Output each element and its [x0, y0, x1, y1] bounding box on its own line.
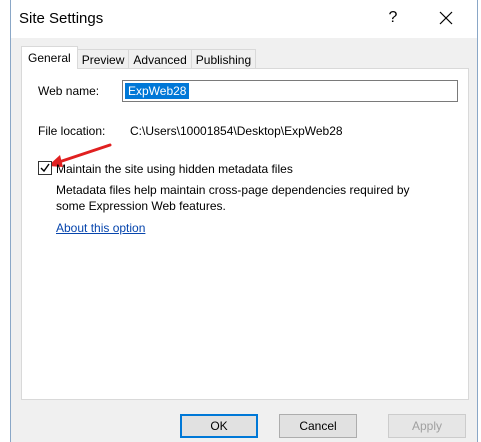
title-bar: Site Settings ?: [11, 0, 477, 38]
metadata-checkbox[interactable]: [38, 161, 52, 175]
tab-strip: General Preview Advanced Publishing: [21, 46, 257, 69]
file-location-label: File location:: [38, 124, 106, 138]
metadata-checkbox-label[interactable]: Maintain the site using hidden metadata …: [56, 162, 293, 176]
metadata-description-line1: Metadata files help maintain cross-page …: [56, 183, 410, 197]
ok-button[interactable]: OK: [180, 414, 258, 438]
close-button[interactable]: [431, 5, 461, 31]
cancel-button[interactable]: Cancel: [279, 414, 357, 438]
dialog-title: Site Settings: [19, 10, 104, 27]
web-name-value: ExpWeb28: [125, 83, 190, 99]
general-tab-panel: Web name: ExpWeb28 File location: C:\Use…: [21, 68, 469, 400]
help-button[interactable]: ?: [379, 5, 407, 31]
file-location-value: C:\Users\10001854\Desktop\ExpWeb28: [130, 124, 343, 138]
tab-advanced[interactable]: Advanced: [128, 49, 192, 69]
about-this-option-link[interactable]: About this option: [56, 221, 145, 235]
web-name-input[interactable]: ExpWeb28: [122, 80, 458, 102]
help-icon: ?: [388, 9, 398, 26]
tab-general[interactable]: General: [21, 46, 78, 69]
apply-button[interactable]: Apply: [388, 414, 466, 438]
tab-publishing[interactable]: Publishing: [190, 49, 257, 69]
metadata-description-line2: some Expression Web features.: [56, 199, 226, 213]
checkmark-icon: [40, 163, 50, 173]
dialog-client-area: General Preview Advanced Publishing Web …: [11, 38, 477, 442]
web-name-label: Web name:: [38, 84, 100, 98]
site-settings-dialog: Site Settings ? General Preview Advanced…: [10, 0, 478, 442]
tab-preview[interactable]: Preview: [76, 49, 130, 69]
close-icon: [439, 11, 453, 25]
